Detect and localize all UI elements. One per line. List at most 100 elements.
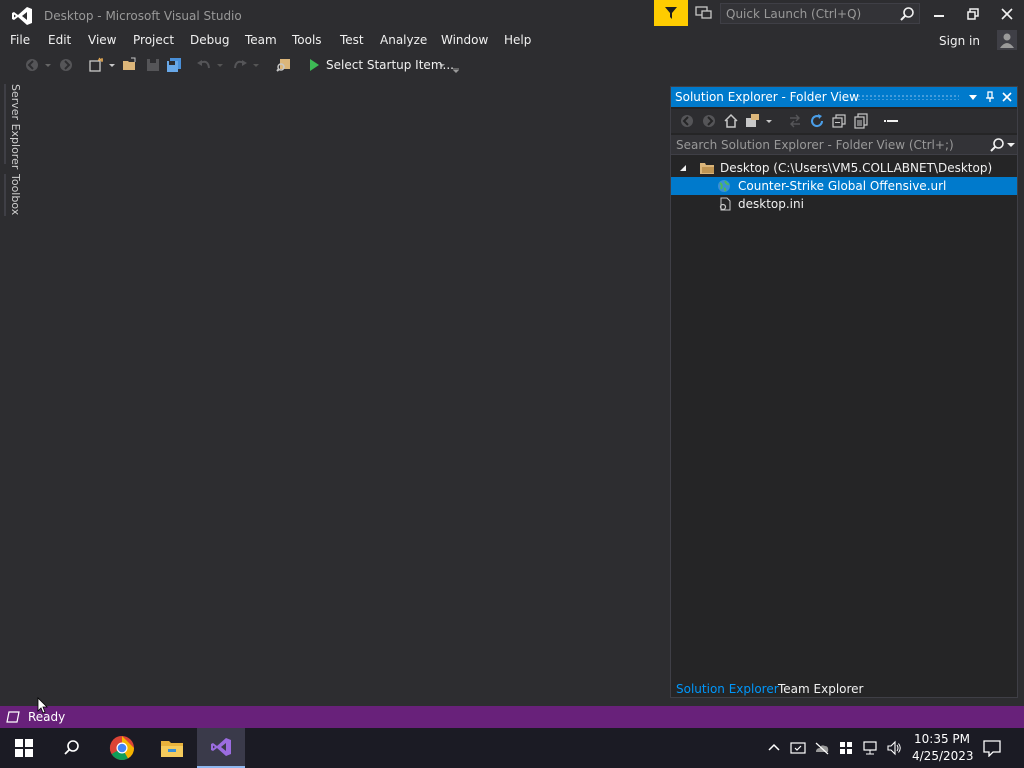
save-all-icon[interactable] [166,57,182,73]
find-in-files-icon[interactable] [276,57,292,73]
search-icon[interactable] [899,6,915,22]
solution-explorer-search[interactable] [671,135,1017,155]
server-explorer-tab[interactable]: Server Explorer [9,84,22,169]
taskbar-chrome[interactable] [98,728,146,768]
menu-view[interactable]: View [88,33,116,47]
sync-with-active-document-icon[interactable] [787,113,803,129]
taskbar-clock-date[interactable]: 4/25/2023 [912,749,974,763]
menu-window[interactable]: Window [441,33,488,47]
navigate-forward-icon[interactable] [58,57,74,73]
user-avatar-icon [1000,33,1014,48]
close-button[interactable] [990,0,1024,28]
dropdown-arrow-icon[interactable] [252,57,260,73]
save-icon[interactable] [145,57,161,73]
tree-item-desktop-folder[interactable]: Desktop (C:\Users\VM5.COLLABNET\Desktop) [671,159,1017,177]
menu-debug[interactable]: Debug [190,33,229,47]
start-button[interactable] [0,728,48,768]
tree-item-desktop-ini[interactable]: desktop.ini [671,195,1017,213]
feedback-icon[interactable] [694,4,714,22]
volume-icon[interactable] [886,740,902,756]
menu-project[interactable]: Project [133,33,174,47]
solution-explorer-header[interactable]: Solution Explorer - Folder View [671,87,1017,107]
start-debugging-icon[interactable] [306,57,322,73]
navigate-back-icon[interactable] [24,57,40,73]
dropdown-arrow-icon[interactable] [108,57,116,73]
flag-filter-icon [665,7,677,19]
new-project-icon[interactable] [88,57,104,73]
network-icon[interactable] [862,740,878,756]
taskbar-clock-time[interactable]: 10:35 PM [914,732,970,746]
refresh-icon[interactable] [809,113,825,129]
tab-solution-explorer[interactable]: Solution Explorer [676,682,779,696]
window-position-button[interactable] [965,89,981,105]
server-explorer-tab-bar [4,84,6,164]
properties-icon[interactable] [883,113,899,129]
search-options-dropdown-icon[interactable] [1007,141,1015,149]
windows-update-icon[interactable] [838,740,854,756]
select-startup-item-button[interactable]: Select Startup Item... [326,58,454,72]
security-center-icon[interactable] [790,740,806,756]
notifications-button[interactable] [654,0,688,26]
solution-explorer-tabs: Solution Explorer Team Explorer [671,679,1017,699]
menu-file[interactable]: File [10,33,30,47]
menu-test[interactable]: Test [340,33,364,47]
menu-team[interactable]: Team [245,33,277,47]
toolbox-tab[interactable]: Toolbox [9,174,22,215]
quick-launch-box[interactable] [720,3,920,24]
undo-icon[interactable] [196,57,212,73]
drag-grip[interactable] [857,94,959,100]
globe-icon [718,180,730,192]
open-file-icon[interactable] [122,57,138,73]
search-icon[interactable] [989,137,1005,153]
restore-icon [967,8,979,20]
output-window-icon[interactable] [6,711,20,723]
mouse-cursor-icon [37,697,48,714]
chrome-icon [109,736,134,761]
file-explorer-icon [161,741,183,757]
quick-launch-input[interactable] [721,4,901,23]
windows-taskbar [0,728,1024,768]
solution-tree: Desktop (C:\Users\VM5.COLLABNET\Desktop)… [671,159,1017,659]
taskbar-file-explorer[interactable] [148,728,196,768]
chevron-up-icon[interactable] [766,740,782,756]
menu-bar: File Edit View Project Debug Team Tools … [0,30,1024,52]
window-title: Desktop - Microsoft Visual Studio [44,9,242,23]
onedrive-icon[interactable] [814,740,830,756]
redo-icon[interactable] [232,57,248,73]
close-icon [1001,8,1013,20]
restore-button[interactable] [956,0,990,28]
search-button[interactable] [48,728,96,768]
menu-tools[interactable]: Tools [292,33,322,47]
pin-icon [986,91,994,102]
editor-area[interactable] [24,80,666,704]
auto-hide-button[interactable] [982,89,998,105]
dropdown-arrow-icon[interactable] [44,57,52,73]
menu-help[interactable]: Help [504,33,531,47]
menu-analyze[interactable]: Analyze [380,33,427,47]
close-icon [1002,92,1012,102]
sign-in-link[interactable]: Sign in [939,34,980,48]
title-bar: Desktop - Microsoft Visual Studio [0,0,1024,30]
collapse-all-icon[interactable] [831,113,847,129]
solution-explorer-search-input[interactable] [671,135,981,154]
tree-item-url-file[interactable]: Counter-Strike Global Offensive.url [671,177,1017,195]
switch-views-icon[interactable] [745,113,761,129]
close-panel-button[interactable] [999,89,1015,105]
forward-icon[interactable] [701,113,717,129]
back-icon[interactable] [679,113,695,129]
dropdown-arrow-icon[interactable] [216,57,224,73]
visual-studio-logo-icon [12,7,32,25]
solution-explorer-toolbar [671,109,1017,133]
search-icon [64,740,79,755]
menu-edit[interactable]: Edit [48,33,71,47]
minimize-button[interactable] [922,0,956,28]
taskbar-visual-studio[interactable] [197,728,245,768]
dropdown-arrow-icon[interactable] [765,113,773,129]
action-center-icon[interactable] [983,739,1001,757]
show-all-files-icon[interactable] [853,113,869,129]
expanded-arrow-icon[interactable] [679,164,687,172]
home-icon[interactable] [723,113,739,129]
standard-toolbar [0,53,1024,77]
account-button[interactable] [997,30,1017,50]
tab-team-explorer[interactable]: Team Explorer [778,682,864,696]
